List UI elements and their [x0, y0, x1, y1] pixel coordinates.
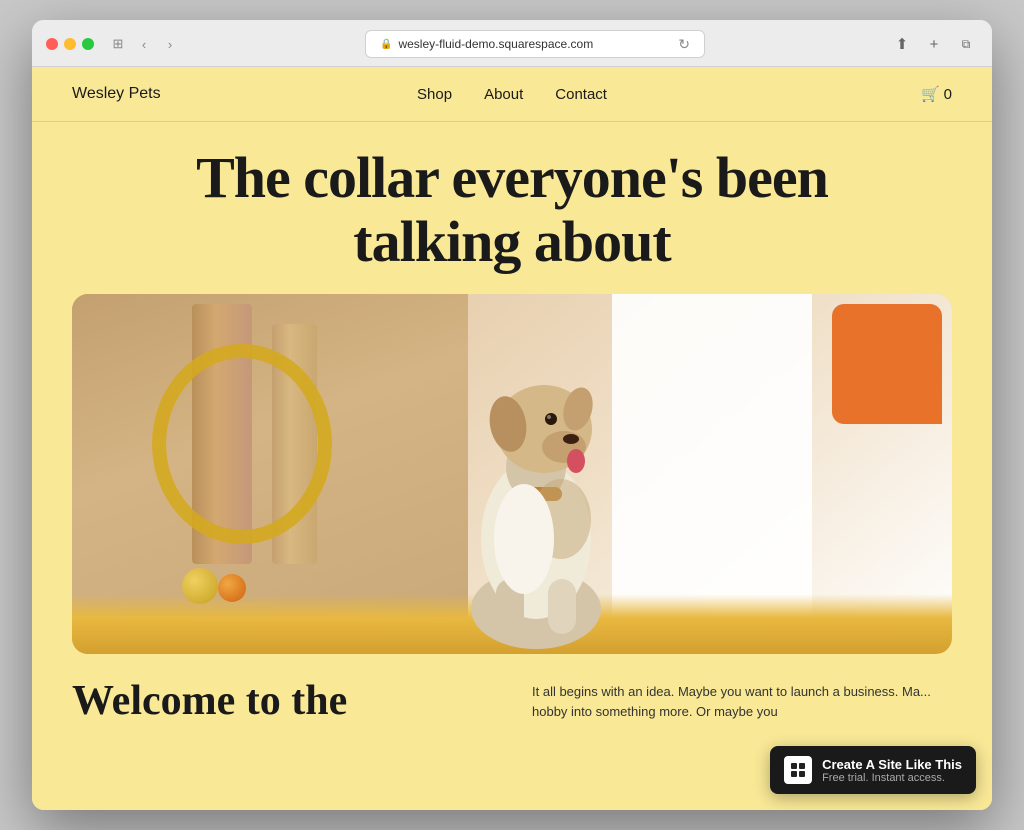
welcome-heading-line1: Welcome to the	[72, 678, 347, 724]
url-text: wesley-fluid-demo.squarespace.com	[398, 37, 593, 51]
welcome-body-right: It all begins with an idea. Maybe you wa…	[532, 678, 952, 724]
lock-icon: 🔒	[380, 39, 392, 50]
site-logo: Wesley Pets	[72, 85, 417, 103]
nav-link-shop[interactable]: Shop	[417, 86, 452, 103]
tabs-button[interactable]: ⧉	[954, 32, 978, 56]
dog-scene	[72, 294, 952, 654]
squarespace-text-block: Create A Site Like This Free trial. Inst…	[822, 757, 962, 784]
browser-chrome: ⊞ ‹ › 🔒 wesley-fluid-demo.squarespace.co…	[32, 20, 992, 67]
close-button[interactable]	[46, 38, 58, 50]
hero-title-line2: talking about	[353, 209, 670, 274]
hero-image	[72, 294, 952, 654]
site-nav: Wesley Pets Shop About Contact 🛒 0	[32, 67, 992, 122]
browser-window: ⊞ ‹ › 🔒 wesley-fluid-demo.squarespace.co…	[32, 20, 992, 810]
orange-rectangle	[832, 304, 942, 424]
cart-count: 0	[944, 86, 952, 103]
cart-area[interactable]: 🛒 0	[607, 85, 952, 103]
hero-title-line1: The collar everyone's been	[196, 145, 828, 210]
squarespace-banner[interactable]: Create A Site Like This Free trial. Inst…	[770, 746, 976, 794]
yellow-ball	[182, 568, 218, 604]
welcome-body-text: It all begins with an idea. Maybe you wa…	[532, 682, 952, 724]
welcome-heading: Welcome to the	[72, 678, 492, 724]
squarespace-logo	[784, 756, 812, 784]
address-bar-container: 🔒 wesley-fluid-demo.squarespace.com ↻	[190, 30, 880, 58]
site-nav-links: Shop About Contact	[417, 86, 607, 103]
new-tab-button[interactable]: +	[922, 32, 946, 56]
nav-link-about[interactable]: About	[484, 86, 523, 103]
reload-icon[interactable]: ↻	[678, 36, 690, 53]
address-bar[interactable]: 🔒 wesley-fluid-demo.squarespace.com ↻	[365, 30, 705, 58]
tab-grid-button[interactable]: ⊞	[108, 34, 128, 54]
maximize-button[interactable]	[82, 38, 94, 50]
website-content: Wesley Pets Shop About Contact 🛒 0 The c…	[32, 67, 992, 810]
welcome-text-left: Welcome to the	[72, 678, 492, 724]
yellow-hoop	[152, 344, 332, 544]
cart-icon: 🛒	[921, 85, 940, 103]
hero-title: The collar everyone's been talking about	[72, 146, 952, 274]
share-button[interactable]: ⬆	[890, 32, 914, 56]
nav-link-contact[interactable]: Contact	[555, 86, 607, 103]
minimize-button[interactable]	[64, 38, 76, 50]
browser-controls: ⊞ ‹ ›	[108, 34, 180, 54]
orange-ball	[218, 574, 246, 602]
browser-actions: ⬆ + ⧉	[890, 32, 978, 56]
dog-image	[416, 319, 656, 654]
squarespace-cta-title: Create A Site Like This	[822, 757, 962, 772]
squarespace-cta-subtitle: Free trial. Instant access.	[822, 772, 962, 784]
hero-section: The collar everyone's been talking about	[32, 122, 992, 294]
forward-button[interactable]: ›	[160, 34, 180, 54]
back-button[interactable]: ‹	[134, 34, 154, 54]
traffic-lights	[46, 38, 94, 50]
